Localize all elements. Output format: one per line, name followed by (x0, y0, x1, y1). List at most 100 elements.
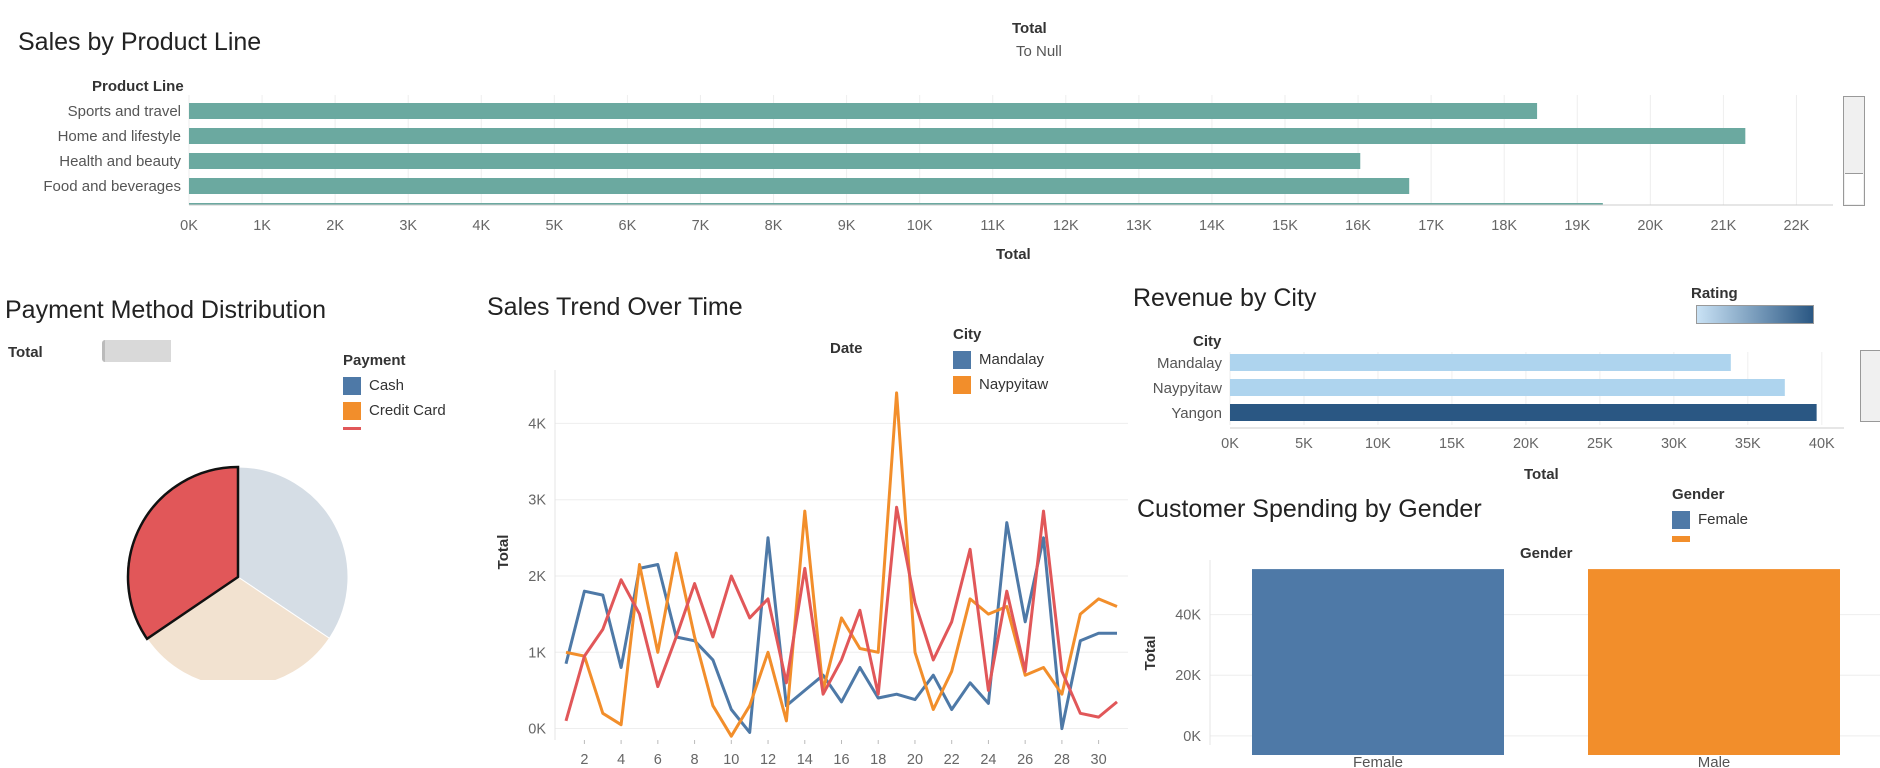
gender-legend: Gender Female (1672, 486, 1802, 542)
x-tick-label: 0K (1221, 436, 1239, 452)
sales-by-product-title: Sales by Product Line (18, 28, 262, 56)
x-tick-label: 35K (1735, 436, 1761, 452)
x-tick-label: 5K (545, 218, 563, 234)
legend-item-label: Female (1698, 511, 1749, 528)
x-tick-label: 2 (580, 752, 588, 768)
x-tick-label: 17K (1418, 218, 1444, 234)
legend-item-credit-card[interactable]: Credit Card (343, 398, 463, 423)
x-tick-label: 10K (907, 218, 933, 234)
x-tick-label: 22K (1784, 218, 1810, 234)
payment-legend-title: Payment (343, 352, 406, 369)
y-tick-label: 40K (1175, 608, 1201, 624)
x-tick-label: 28 (1054, 752, 1070, 768)
product-line-header: Product Line (92, 78, 184, 95)
female-swatch (1672, 510, 1690, 529)
trend-series-line (565, 391, 1118, 738)
payment-size-slider[interactable] (102, 340, 171, 362)
x-tick-label: 30 (1091, 752, 1107, 768)
y-tick-label: 0K (1183, 729, 1201, 745)
x-tick-label: 22 (944, 752, 960, 768)
x-tick-label: 13K (1126, 218, 1152, 234)
trend-title: Sales Trend Over Time (487, 293, 743, 321)
y-tick-label: 3K (528, 493, 546, 509)
x-tick-label: 21K (1710, 218, 1736, 234)
product-scrollbar-thumb[interactable] (1845, 173, 1863, 204)
city-category-label: Mandalay (1157, 355, 1223, 372)
x-tick-label: 20K (1637, 218, 1663, 234)
gender-category-label: Female (1353, 754, 1403, 768)
x-tick-label: 6K (619, 218, 637, 234)
x-tick-label: 1K (253, 218, 271, 234)
x-tick-label: 8K (765, 218, 783, 234)
y-tick-label: 0K (528, 722, 546, 738)
product-category-label: Health and beauty (59, 153, 181, 170)
legend-item-label: Credit Card (369, 402, 446, 419)
trend-date-header: Date (830, 340, 863, 357)
payment-title: Payment Method Distribution (5, 296, 326, 324)
payment-legend: Payment Cash Credit Card (343, 352, 463, 430)
city-bar (1230, 354, 1731, 371)
x-tick-label: 6 (654, 752, 662, 768)
rating-legend-title: Rating (1691, 285, 1738, 302)
total-filter-value[interactable]: To Null (1016, 43, 1062, 60)
legend-item-male-partial[interactable] (1672, 532, 1802, 542)
x-tick-label: 11K (980, 218, 1005, 234)
product-x-title: Total (996, 246, 1031, 263)
x-tick-label: 7K (692, 218, 710, 234)
x-tick-label: 15K (1272, 218, 1298, 234)
x-tick-label: 2K (326, 218, 344, 234)
customer-spending-chart: 0K 20K 40K Total Female Male (1142, 560, 1880, 768)
payment-measure-label: Total (8, 344, 43, 361)
x-tick-label: 4K (472, 218, 490, 234)
y-axis-title: Total (495, 535, 512, 570)
y-axis-title: Total (1142, 636, 1159, 671)
x-tick-label: 20 (907, 752, 923, 768)
x-tick-label: 25K (1587, 436, 1613, 452)
legend-item-label: Cash (369, 377, 405, 394)
city-category-label: Yangon (1171, 405, 1222, 422)
y-tick-label: 4K (528, 416, 546, 432)
legend-item-cash[interactable]: Cash (343, 373, 463, 398)
city-scrollbar[interactable] (1860, 350, 1880, 422)
male-swatch (1672, 535, 1690, 542)
product-category-label: Home and lifestyle (58, 128, 181, 145)
revenue-city-title: Revenue by City (1133, 284, 1317, 312)
product-scrollbar[interactable] (1843, 96, 1865, 206)
x-tick-label: 14K (1199, 218, 1225, 234)
city-category-label: Naypyitaw (1153, 380, 1222, 397)
x-tick-label: 8 (691, 752, 699, 768)
legend-item-ewallet-partial[interactable] (343, 423, 463, 430)
product-bar (189, 178, 1410, 194)
gender-bar (1252, 569, 1504, 755)
gender-category-label: Male (1698, 754, 1731, 768)
revenue-by-city-chart: 0K 5K 10K 15K 20K 25K 30K 35K 40K Mandalay Naypyit… (1153, 352, 1844, 452)
x-tick-label: 40K (1809, 436, 1835, 452)
total-filter-title: Total (1012, 20, 1047, 37)
product-bar (189, 153, 1361, 169)
x-tick-label: 4 (617, 752, 625, 768)
legend-item-female[interactable]: Female (1672, 507, 1802, 532)
x-tick-label: 16 (833, 752, 849, 768)
credit-card-swatch (343, 401, 361, 420)
x-tick-label: 12 (760, 752, 776, 768)
trend-series-line (564, 521, 1117, 734)
x-tick-label: 15K (1439, 436, 1465, 452)
product-category-label: Sports and travel (68, 103, 181, 120)
sales-by-product-chart: Sports and travel Home and lifestyle Healt… (43, 95, 1833, 234)
y-tick-label: 20K (1175, 668, 1201, 684)
y-tick-label: 1K (528, 645, 546, 661)
x-tick-label: 10K (1365, 436, 1391, 452)
gender-title: Customer Spending by Gender (1137, 495, 1482, 523)
x-tick-label: 12K (1053, 218, 1079, 234)
x-tick-label: 0K (180, 218, 198, 234)
city-header: City (1193, 333, 1222, 350)
x-tick-label: 26 (1017, 752, 1033, 768)
x-tick-label: 18 (870, 752, 886, 768)
x-tick-label: 19K (1564, 218, 1590, 234)
x-tick-label: 14 (797, 752, 813, 768)
x-tick-label: 10 (723, 752, 739, 768)
y-tick-label: 2K (528, 569, 546, 585)
x-tick-label: 24 (980, 752, 996, 768)
product-bar (189, 103, 1538, 119)
product-category-label: Food and beverages (43, 178, 181, 195)
